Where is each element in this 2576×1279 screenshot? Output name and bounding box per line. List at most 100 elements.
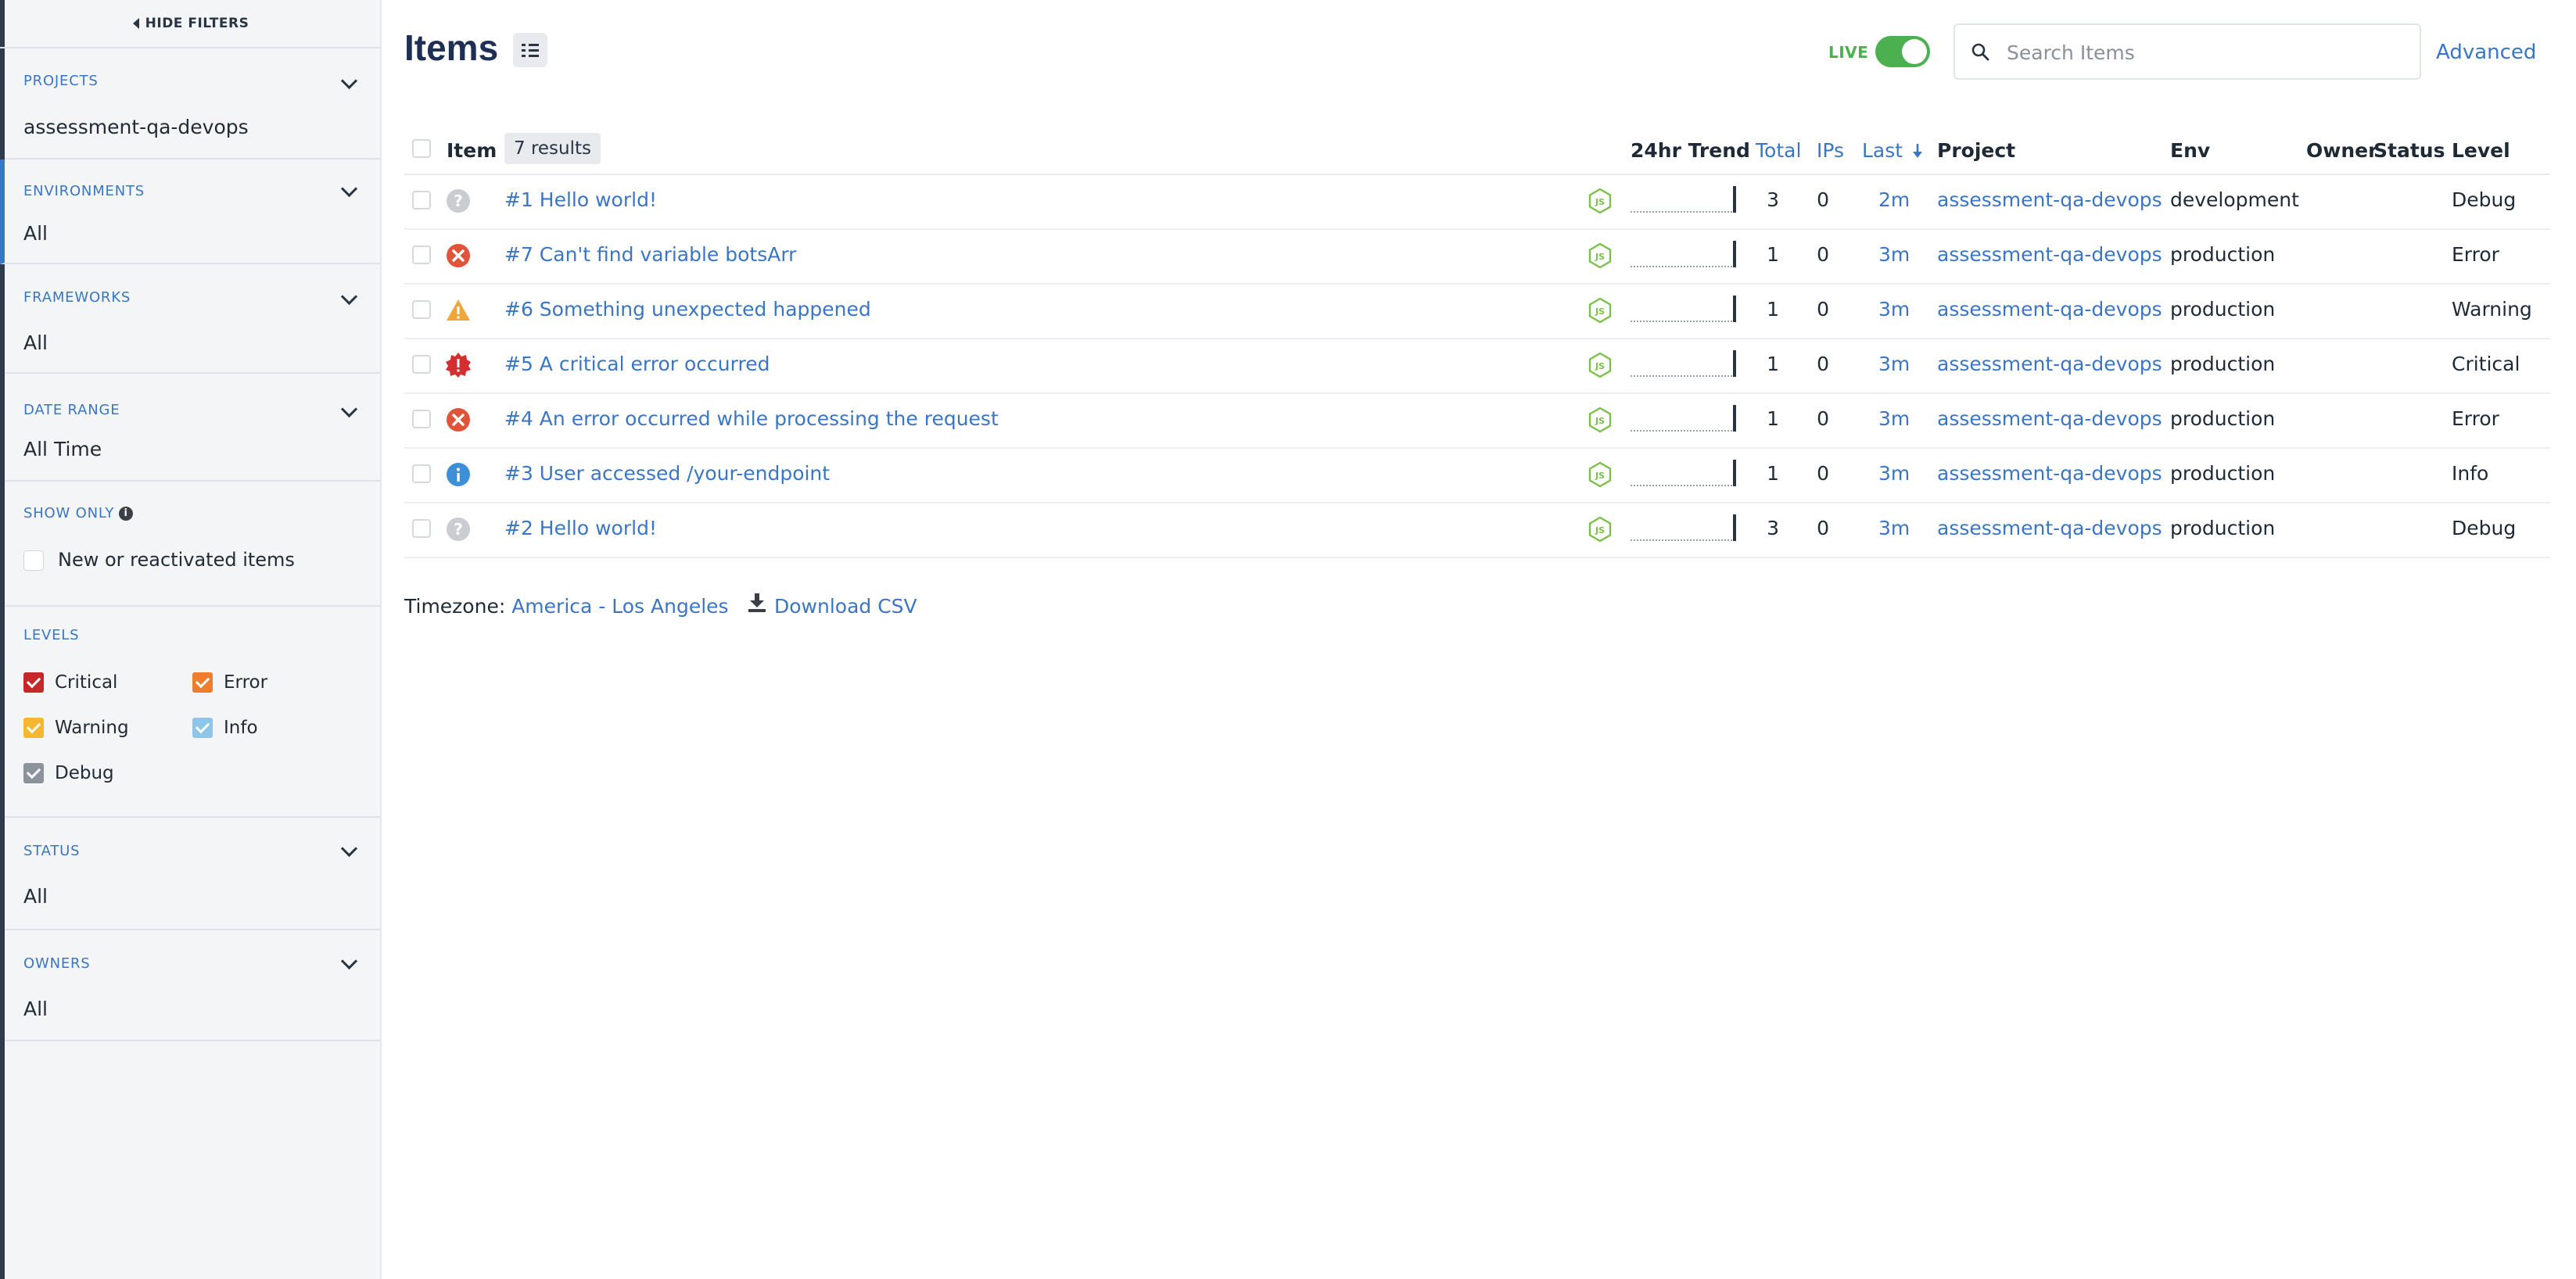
filter-frameworks[interactable]: FRAMEWORKS All	[5, 264, 380, 374]
level-info-checkbox[interactable]	[192, 718, 213, 738]
filter-date-range[interactable]: DATE RANGE All Time	[5, 374, 380, 482]
last-seen-link[interactable]: 3m	[1878, 407, 1910, 430]
level-value: Critical	[2452, 353, 2520, 375]
download-csv-link[interactable]: Download CSV	[774, 595, 917, 618]
level-critical-checkbox[interactable]	[23, 672, 44, 693]
project-link[interactable]: assessment-qa-devops	[1937, 298, 2162, 321]
row-checkbox[interactable]	[412, 464, 431, 483]
filter-show-only-label: SHOW ONLY	[23, 505, 115, 521]
ips-count: 0	[1817, 298, 1829, 321]
chevron-down-icon[interactable]	[340, 72, 358, 90]
javascript-framework-icon: JS	[1588, 461, 1612, 488]
row-checkbox[interactable]	[412, 355, 431, 374]
chevron-down-icon[interactable]	[340, 952, 358, 970]
search-box[interactable]	[1954, 23, 2421, 80]
filter-projects-title: PROJECTS	[23, 73, 99, 89]
item-title-link[interactable]: #1 Hello world!	[504, 188, 657, 211]
item-title-link[interactable]: #6 Something unexpected happened	[504, 298, 871, 321]
column-status: Status	[2373, 139, 2445, 162]
filter-projects[interactable]: PROJECTS assessment-qa-devops	[5, 48, 380, 159]
row-checkbox[interactable]	[412, 191, 431, 210]
table-row[interactable]: #5 A critical error occurred JS 1 0 3m assess…	[404, 338, 2550, 394]
javascript-framework-icon: JS	[1588, 242, 1612, 269]
item-title-link[interactable]: #5 A critical error occurred	[504, 353, 770, 375]
search-input[interactable]	[2005, 36, 2407, 69]
last-seen-link[interactable]: 3m	[1878, 298, 1910, 321]
javascript-framework-icon: JS	[1588, 188, 1612, 214]
trend-sparkline	[1631, 405, 1736, 432]
live-toggle[interactable]	[1875, 36, 1930, 67]
project-link[interactable]: assessment-qa-devops	[1937, 243, 2162, 266]
row-checkbox[interactable]	[412, 300, 431, 319]
live-label: LIVE	[1828, 43, 1869, 62]
table-row[interactable]: #4 An error occurred while processing th…	[404, 392, 2550, 449]
level-info-option[interactable]: Info	[192, 718, 258, 738]
table-row[interactable]: ? #2 Hello world! JS 3 0 3m assessment-qa-devo…	[404, 502, 2550, 558]
level-debug-option[interactable]: Debug	[23, 763, 114, 783]
last-seen-link[interactable]: 3m	[1878, 517, 1910, 539]
filter-date-range-value: All Time	[23, 438, 102, 460]
table-row[interactable]: #6 Something unexpected happened JS 1 0 3m as…	[404, 283, 2550, 339]
select-all-checkbox[interactable]	[412, 139, 431, 158]
project-link[interactable]: assessment-qa-devops	[1937, 188, 2162, 211]
filter-environments[interactable]: ENVIRONMENTS All	[0, 159, 380, 264]
timezone-link[interactable]: America - Los Angeles	[511, 595, 728, 618]
chevron-down-icon[interactable]	[340, 180, 358, 198]
level-value: Debug	[2452, 188, 2517, 211]
last-seen-link[interactable]: 3m	[1878, 353, 1910, 375]
row-checkbox[interactable]	[412, 519, 431, 538]
project-link[interactable]: assessment-qa-devops	[1937, 353, 2162, 375]
table-row[interactable]: #3 User accessed /your-endpoint JS 1 0 3m ass…	[404, 447, 2550, 503]
level-debug-checkbox[interactable]	[23, 763, 44, 783]
last-seen-link[interactable]: 3m	[1878, 462, 1910, 485]
chevron-down-icon[interactable]	[340, 288, 358, 306]
info-icon[interactable]: i	[119, 507, 134, 521]
column-last[interactable]: Last	[1862, 139, 1923, 162]
javascript-framework-icon: JS	[1588, 352, 1612, 378]
table-row[interactable]: #7 Can't find variable botsArr JS 1 0 3m asse…	[404, 228, 2550, 285]
chevron-down-icon[interactable]	[340, 840, 358, 858]
new-or-reactivated-checkbox[interactable]	[23, 550, 44, 571]
row-checkbox[interactable]	[412, 245, 431, 264]
advanced-search-link[interactable]: Advanced	[2436, 41, 2536, 64]
item-title-link[interactable]: #3 User accessed /your-endpoint	[504, 462, 830, 485]
filter-owners-value: All	[23, 998, 48, 1020]
debug-icon: ?	[447, 518, 470, 541]
level-critical-option[interactable]: Critical	[23, 672, 117, 693]
level-warning-label: Warning	[55, 718, 129, 738]
svg-text:?: ?	[454, 520, 463, 539]
new-or-reactivated-label: New or reactivated items	[58, 549, 295, 571]
table-row[interactable]: ? #1 Hello world! JS 3 0 2m assessment-qa-devo…	[404, 174, 2550, 230]
filter-status[interactable]: STATUS All	[5, 818, 380, 930]
list-view-button[interactable]	[513, 33, 547, 67]
level-value: Info	[2452, 462, 2489, 485]
item-title-link[interactable]: #4 An error occurred while processing th…	[504, 407, 999, 430]
chevron-down-icon[interactable]	[340, 400, 358, 418]
column-total[interactable]: Total	[1756, 139, 1801, 162]
column-ips[interactable]: IPs	[1817, 139, 1844, 162]
download-icon[interactable]	[747, 592, 767, 614]
filter-owners-title: OWNERS	[23, 955, 91, 972]
filter-frameworks-title: FRAMEWORKS	[23, 289, 131, 306]
project-link[interactable]: assessment-qa-devops	[1937, 517, 2162, 539]
item-title-link[interactable]: #2 Hello world!	[504, 517, 657, 539]
level-warning-checkbox[interactable]	[23, 718, 44, 738]
critical-icon	[446, 353, 471, 378]
filter-environments-title: ENVIRONMENTS	[23, 183, 145, 199]
project-link[interactable]: assessment-qa-devops	[1937, 407, 2162, 430]
sort-descending-icon	[1913, 144, 1923, 158]
filter-levels-title: LEVELS	[23, 627, 80, 643]
level-error-option[interactable]: Error	[192, 672, 267, 693]
hide-filters-button[interactable]: HIDE FILTERS	[0, 0, 382, 48]
filter-owners[interactable]: OWNERS All	[5, 930, 380, 1041]
last-seen-link[interactable]: 2m	[1878, 188, 1910, 211]
svg-text:JS: JS	[1595, 471, 1605, 481]
level-warning-option[interactable]: Warning	[23, 718, 129, 738]
last-seen-link[interactable]: 3m	[1878, 243, 1910, 266]
level-value: Debug	[2452, 517, 2517, 539]
row-checkbox[interactable]	[412, 410, 431, 428]
env-value: development	[2170, 188, 2299, 211]
level-error-checkbox[interactable]	[192, 672, 213, 693]
item-title-link[interactable]: #7 Can't find variable botsArr	[504, 243, 796, 266]
project-link[interactable]: assessment-qa-devops	[1937, 462, 2162, 485]
